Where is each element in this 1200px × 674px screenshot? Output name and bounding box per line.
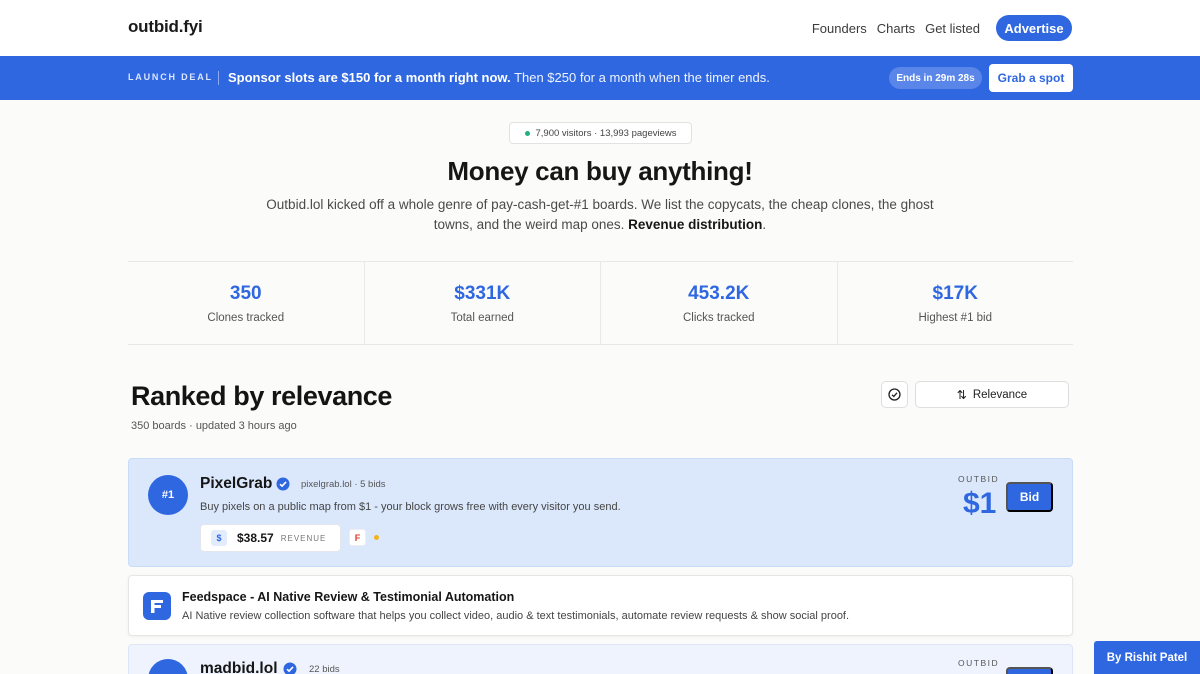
author-credit-button[interactable]: By Rishit Patel <box>1094 641 1200 674</box>
launch-deal-tag: LAUNCH DEAL <box>128 72 213 82</box>
listing-meta: pixelgrab.lol · 5 bids <box>301 479 386 490</box>
clock-check-icon <box>888 388 901 401</box>
stat-highest-bid: $17K Highest #1 bid <box>836 262 1074 344</box>
hero-subtitle: Outbid.lol kicked off a whole genre of p… <box>260 195 940 235</box>
verified-icon <box>276 477 290 491</box>
revenue-label: REVENUE <box>280 533 327 543</box>
sort-dropdown[interactable]: ⇅ Relevance <box>915 381 1069 408</box>
listing-description: Buy pixels on a public map from $1 - you… <box>200 501 621 513</box>
rank-badge: #1 <box>148 475 188 515</box>
listing-name[interactable]: madbid.lol <box>200 660 278 674</box>
banner-divider <box>218 71 219 85</box>
stat-clones: 350 Clones tracked <box>128 262 364 344</box>
live-dot-icon <box>524 130 530 136</box>
stat-label: Highest #1 bid <box>918 312 993 324</box>
stat-clicks: 453.2K Clicks tracked <box>600 262 837 344</box>
listing-meta: 22 bids <box>309 664 340 674</box>
countdown-timer: Ends in 29m 28s <box>889 67 982 89</box>
stat-label: Total earned <box>450 312 514 324</box>
listing-card[interactable]: madbid.lol 22 bids OUTBID <box>128 644 1073 674</box>
stat-value: $331K <box>454 283 511 304</box>
hero-subtitle-text: Outbid.lol kicked off a whole genre of p… <box>266 197 934 232</box>
revenue-distribution-link[interactable]: Revenue distribution <box>628 217 762 232</box>
outbid-value: $1 <box>963 487 997 520</box>
stat-total-earned: $331K Total earned <box>363 262 601 344</box>
feedspace-logo-icon <box>143 592 171 620</box>
brand-logo[interactable]: outbid.fyi <box>128 17 203 37</box>
banner-message: Sponsor slots are $150 for a month right… <box>228 70 770 85</box>
visitor-stats-text: 7,900 visitors · 13,993 pageviews <box>535 127 677 139</box>
launch-deal-banner: LAUNCH DEAL Sponsor slots are $150 for a… <box>0 56 1200 100</box>
stats-strip: 350 Clones tracked $331K Total earned 45… <box>128 261 1073 345</box>
rank-badge <box>148 659 188 674</box>
sponsored-listing[interactable]: Feedspace - AI Native Review & Testimoni… <box>128 575 1073 636</box>
bid-button[interactable]: Bid <box>1006 482 1053 512</box>
stat-label: Clones tracked <box>207 312 285 324</box>
listing-card[interactable]: #1 PixelGrab pixelgrab.lol · 5 bids Buy … <box>128 458 1073 567</box>
sort-label: Relevance <box>972 388 1028 401</box>
sponsor-description: AI Native review collection software tha… <box>182 610 850 622</box>
stat-value: 453.2K <box>688 283 750 304</box>
banner-message-rest: Then $250 for a month when the timer end… <box>510 70 770 85</box>
stat-value: $17K <box>932 283 978 304</box>
outbid-label: OUTBID <box>958 658 1000 668</box>
revenue-amount: $38.57 <box>237 531 274 545</box>
section-meta: 350 boards · updated 3 hours ago <box>131 420 297 432</box>
sort-arrows-icon: ⇅ <box>956 387 967 402</box>
status-dot-icon <box>374 535 379 540</box>
hero-title: Money can buy anything! <box>447 156 753 186</box>
grab-a-spot-button[interactable]: Grab a spot <box>989 64 1073 92</box>
nav-links: Founders Charts Get listed Advertise <box>812 15 1072 41</box>
nav-link-get-listed[interactable]: Get listed <box>925 21 980 36</box>
sponsor-name[interactable]: Feedspace - AI Native Review & Testimoni… <box>182 590 514 604</box>
visitor-stats-badge: 7,900 visitors · 13,993 pageviews <box>509 122 692 144</box>
hero-subtitle-end: . <box>762 217 767 232</box>
dollar-icon: $ <box>211 530 227 546</box>
stat-label: Clicks tracked <box>682 312 755 324</box>
outbid-label: OUTBID <box>958 474 1000 484</box>
verified-icon <box>283 662 297 674</box>
nav-link-founders[interactable]: Founders <box>812 21 867 36</box>
payment-provider-icon: F <box>349 529 366 546</box>
section-title: Ranked by relevance <box>131 381 393 411</box>
listing-name[interactable]: PixelGrab <box>200 475 272 493</box>
top-nav: outbid.fyi Founders Charts Get listed Ad… <box>0 0 1200 56</box>
advertise-button[interactable]: Advertise <box>996 15 1072 41</box>
stat-value: 350 <box>229 283 262 304</box>
nav-link-charts[interactable]: Charts <box>877 21 915 36</box>
recent-filter-button[interactable] <box>881 381 908 408</box>
bid-button[interactable] <box>1006 667 1053 674</box>
revenue-pill: $ $38.57 REVENUE <box>200 524 341 552</box>
banner-message-bold: Sponsor slots are $150 for a month right… <box>228 70 511 85</box>
